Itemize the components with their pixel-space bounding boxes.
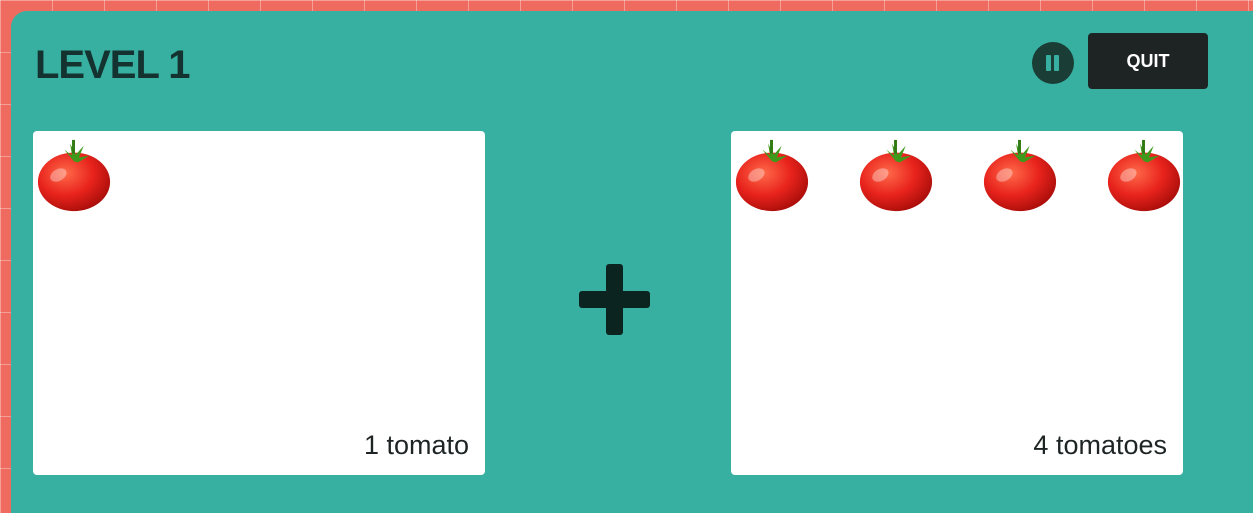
game-panel: LEVEL 1 QUIT 1 tomato 4 tomatoes (11, 11, 1253, 513)
pause-icon (1046, 55, 1051, 71)
quit-button[interactable]: QUIT (1088, 33, 1208, 89)
tomato-icon (35, 135, 113, 215)
left-group-card: 1 tomato (33, 131, 485, 475)
right-group-label: 4 tomatoes (1033, 430, 1167, 460)
plus-icon (579, 264, 650, 335)
tomato-icon (857, 135, 935, 215)
tomato-icon (1105, 135, 1183, 215)
level-title: LEVEL 1 (35, 43, 191, 87)
tomato-icon (981, 135, 1059, 215)
left-group-label: 1 tomato (363, 430, 469, 460)
right-group-card: 4 tomatoes (731, 131, 1183, 475)
pause-button[interactable] (1032, 42, 1074, 84)
tomato-icon (733, 135, 811, 215)
